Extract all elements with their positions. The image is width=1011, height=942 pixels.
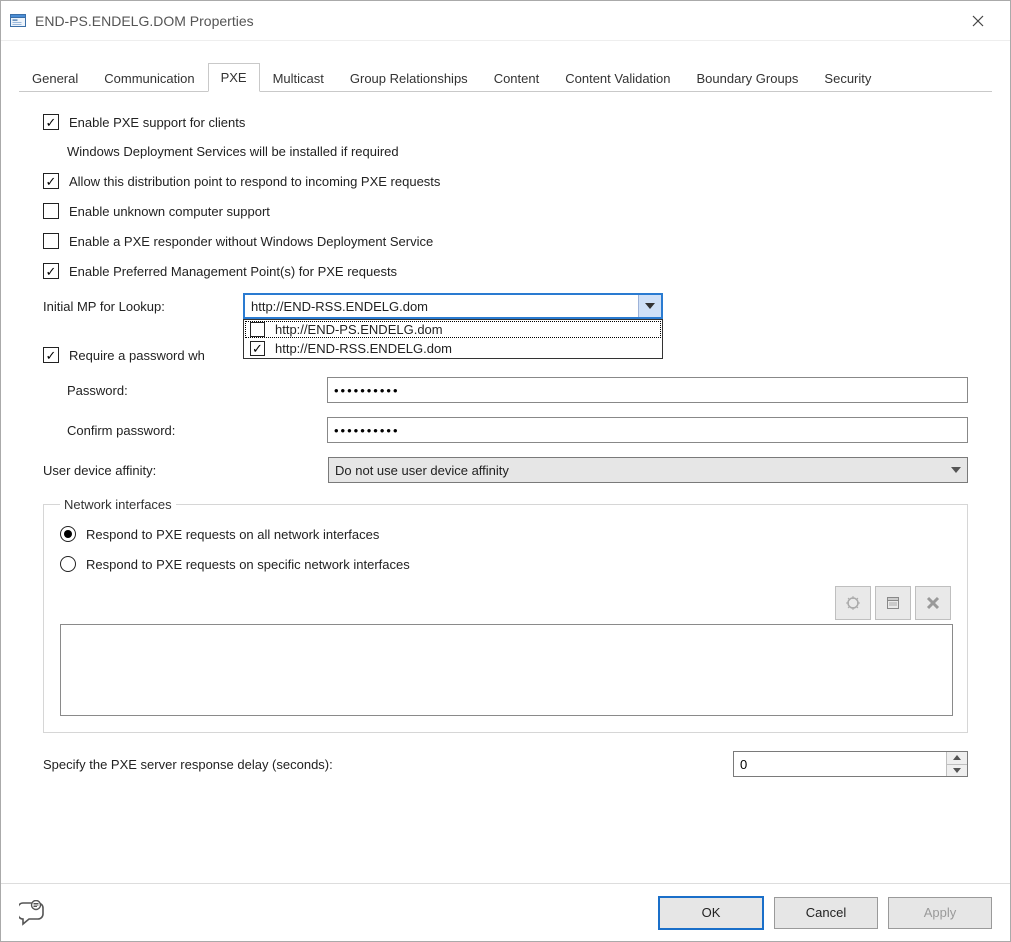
title-bar: END-PS.ENDELG.DOM Properties [1, 1, 1010, 41]
legend-network-interfaces: Network interfaces [60, 497, 176, 512]
combo-uda[interactable]: Do not use user device affinity [328, 457, 968, 483]
dropdown-item-0-checkbox[interactable] [250, 322, 265, 337]
combo-initial-mp-button[interactable] [638, 295, 661, 317]
tab-multicast[interactable]: Multicast [260, 64, 337, 92]
tab-pxe[interactable]: PXE [208, 63, 260, 92]
tab-security[interactable]: Security [811, 64, 884, 92]
app-icon [9, 12, 27, 30]
checkbox-enable-preferred-mp[interactable] [43, 263, 59, 279]
group-network-interfaces: Network interfaces Respond to PXE reques… [43, 497, 968, 733]
input-response-delay[interactable] [734, 752, 946, 776]
spinner-response-delay[interactable] [733, 751, 968, 777]
combo-uda-value: Do not use user device affinity [329, 463, 945, 478]
input-password[interactable] [327, 377, 968, 403]
tab-strip: General Communication PXE Multicast Grou… [19, 59, 992, 92]
dialog-body: General Communication PXE Multicast Grou… [1, 41, 1010, 883]
dropdown-item-1-checkbox[interactable] [250, 341, 265, 356]
label-enable-unknown: Enable unknown computer support [69, 204, 270, 219]
window-title: END-PS.ENDELG.DOM Properties [35, 13, 956, 29]
cancel-button-label: Cancel [806, 905, 846, 920]
label-response-delay: Specify the PXE server response delay (s… [43, 757, 733, 772]
checkbox-enable-pxe[interactable] [43, 114, 59, 130]
cancel-button[interactable]: Cancel [774, 897, 878, 929]
checkbox-enable-unknown[interactable] [43, 203, 59, 219]
ok-button-label: OK [702, 905, 721, 920]
label-initial-mp: Initial MP for Lookup: [43, 299, 243, 314]
btn-add-interface[interactable] [835, 586, 871, 620]
spin-up[interactable] [947, 752, 967, 764]
hint-wds-install: Windows Deployment Services will be inst… [67, 144, 399, 159]
radio-all-interfaces[interactable] [60, 526, 76, 542]
label-allow-respond: Allow this distribution point to respond… [69, 174, 440, 189]
tab-general[interactable]: General [19, 64, 91, 92]
combo-initial-mp[interactable]: http://END-RSS.ENDELG.dom [243, 293, 663, 319]
apply-button[interactable]: Apply [888, 897, 992, 929]
close-button[interactable] [956, 3, 1000, 39]
input-confirm-password[interactable] [327, 417, 968, 443]
label-password: Password: [67, 383, 327, 398]
label-specific-interfaces: Respond to PXE requests on specific netw… [86, 557, 410, 572]
label-all-interfaces: Respond to PXE requests on all network i… [86, 527, 379, 542]
dialog-button-bar: OK Cancel Apply [1, 883, 1010, 941]
spin-down[interactable] [947, 764, 967, 777]
tab-content-validation[interactable]: Content Validation [552, 64, 683, 92]
properties-dialog: END-PS.ENDELG.DOM Properties General Com… [0, 0, 1011, 942]
btn-delete-interface[interactable] [915, 586, 951, 620]
help-icon[interactable] [19, 900, 648, 926]
interface-toolbar [60, 586, 951, 620]
checkbox-require-password[interactable] [43, 347, 59, 363]
apply-button-label: Apply [924, 905, 957, 920]
label-uda: User device affinity: [43, 463, 328, 478]
checkbox-allow-respond[interactable] [43, 173, 59, 189]
tab-page-pxe: Enable PXE support for clients Windows D… [19, 92, 992, 801]
dropdown-item-0-label: http://END-PS.ENDELG.dom [275, 322, 443, 337]
spin-buttons [946, 752, 967, 776]
dropdown-initial-mp[interactable]: http://END-PS.ENDELG.dom http://END-RSS.… [243, 319, 663, 359]
tab-communication[interactable]: Communication [91, 64, 207, 92]
tab-content[interactable]: Content [481, 64, 553, 92]
dropdown-item-0[interactable]: http://END-PS.ENDELG.dom [244, 320, 662, 339]
tab-boundary-groups[interactable]: Boundary Groups [684, 64, 812, 92]
ok-button[interactable]: OK [658, 896, 764, 930]
combo-initial-mp-value: http://END-RSS.ENDELG.dom [245, 299, 638, 314]
label-enable-pxe: Enable PXE support for clients [69, 115, 245, 130]
label-enable-responder: Enable a PXE responder without Windows D… [69, 234, 433, 249]
dropdown-item-1-label: http://END-RSS.ENDELG.dom [275, 341, 452, 356]
tab-group-relationships[interactable]: Group Relationships [337, 64, 481, 92]
list-network-interfaces[interactable] [60, 624, 953, 716]
label-confirm-password: Confirm password: [67, 423, 327, 438]
dropdown-item-1[interactable]: http://END-RSS.ENDELG.dom [244, 339, 662, 358]
label-enable-preferred-mp: Enable Preferred Management Point(s) for… [69, 264, 397, 279]
radio-specific-interfaces[interactable] [60, 556, 76, 572]
combo-uda-button[interactable] [945, 458, 967, 482]
checkbox-enable-responder[interactable] [43, 233, 59, 249]
btn-edit-interface[interactable] [875, 586, 911, 620]
label-require-password: Require a password wh [69, 348, 205, 363]
